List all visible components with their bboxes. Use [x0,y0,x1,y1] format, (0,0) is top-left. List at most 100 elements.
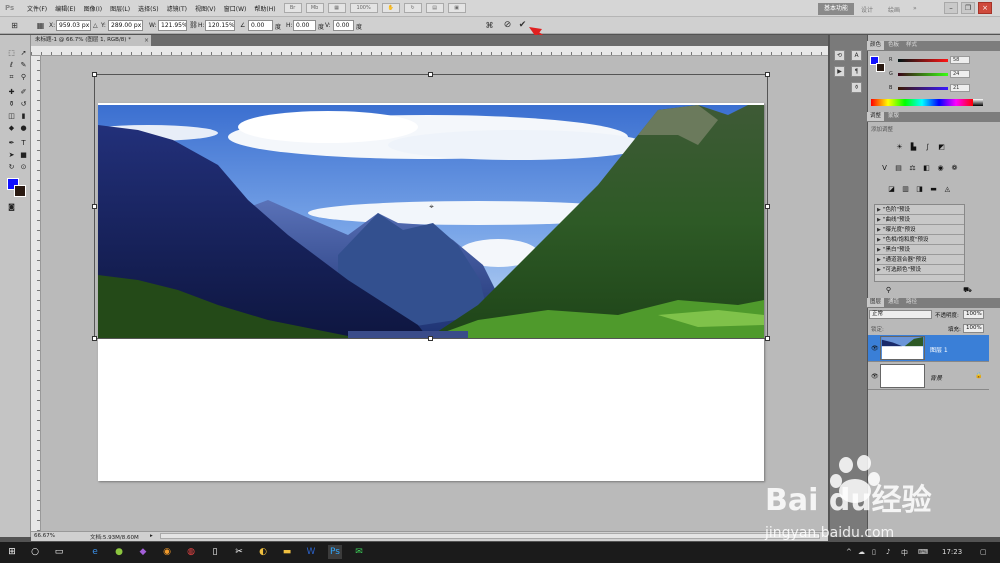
hand-tool-button[interactable]: ✋ [381,3,400,13]
document-tab[interactable]: 未标题-1 @ 66.7% (图层 1, RGB/8) * [31,35,151,46]
posterize-icon[interactable]: ▥ [901,185,910,194]
workspace-design-link[interactable]: 设计 [861,5,873,14]
search-icon[interactable]: ○ [28,545,42,559]
g-slider[interactable] [898,73,948,76]
eraser-tool-icon[interactable]: ◫ [7,112,16,121]
levels-icon[interactable]: ▙ [909,143,918,152]
workspace-painting-link[interactable]: 绘画 [888,5,900,14]
arrange-documents-button[interactable]: ▤ [425,3,444,13]
channel-mixer-icon[interactable]: ❁ [950,164,959,173]
background-visibility-eye-icon[interactable]: 👁 [871,373,879,380]
photoshop-taskbar-icon[interactable]: Ps [328,545,342,559]
path-selection-tool-icon[interactable]: ➤ [7,151,16,160]
adjustments-footer-icon[interactable]: ⚲ [884,286,893,295]
pen-tool-icon[interactable]: ✒ [7,139,16,148]
clone-stamp-tool-icon[interactable]: ⚱ [7,100,16,109]
shape-tool-icon[interactable]: ■ [19,151,28,160]
close-button[interactable]: × [978,2,992,14]
warp-mode-icon[interactable]: ⌘ [484,20,495,31]
y-position-field[interactable]: 289.00 px [108,20,143,31]
preset-curves[interactable]: ▶ "曲线"预设 [875,215,964,225]
status-menu-arrow-icon[interactable]: ▸ [150,533,153,539]
menu-file[interactable]: 文件(F) [27,4,47,13]
x-position-field[interactable]: 959.03 px [56,20,91,31]
media-app-icon[interactable]: ✂ [232,545,246,559]
dodge-tool-icon[interactable]: ● [19,124,28,133]
photo-filter-icon[interactable]: ◉ [936,164,945,173]
width-scale-field[interactable]: 121.95% [158,20,187,31]
move-arrow-tool-icon[interactable]: ➚ [19,49,28,58]
tab-color[interactable]: 颜色 [867,41,885,50]
close-document-icon[interactable]: × [143,37,150,44]
firefox-icon[interactable]: ◉ [160,545,174,559]
transform-handle-bottom-right[interactable] [765,336,770,341]
transform-handle-right[interactable] [765,204,770,209]
wechat-icon[interactable]: ✉ [352,545,366,559]
history-brush-tool-icon[interactable]: ↺ [19,100,28,109]
exposure-icon[interactable]: ◩ [937,143,946,152]
hand-tool-icon[interactable] [7,166,16,175]
layer1-visibility-eye-icon[interactable]: 👁 [871,345,879,352]
tab-swatches[interactable]: 色板 [885,41,902,50]
paragraph-panel-icon[interactable]: ¶ [851,66,862,77]
brush-tool-icon[interactable]: ✐ [19,88,28,97]
color-spectrum-ramp[interactable] [871,99,973,106]
tab-styles[interactable]: 样式 [903,41,920,50]
menu-view[interactable]: 视图(V) [195,4,216,13]
more-workspaces-icon[interactable]: » [913,5,917,12]
tab-paths[interactable]: 路径 [903,298,920,307]
transform-handle-top[interactable] [428,72,433,77]
transform-handle-bottom-left[interactable] [92,336,97,341]
rotate-view-button[interactable]: ↻ [403,3,422,13]
link-icon[interactable]: ⛓ [189,21,198,29]
extras-button[interactable]: ▦ [327,3,346,13]
background-color-swatch[interactable] [14,185,26,197]
quick-mask-icon[interactable]: ◙ [7,203,16,212]
workspace-essentials-button[interactable]: 基本功能 [818,3,854,15]
visual-studio-icon[interactable]: ◆ [136,545,150,559]
spot-healing-tool-icon[interactable]: ✚ [7,88,16,97]
character-panel-icon[interactable]: A [851,50,862,61]
vertical-skew-field[interactable]: 0.00 [333,20,354,31]
actions-panel-icon[interactable]: ▶ [834,66,845,77]
ring-app-icon[interactable]: ◐ [256,545,270,559]
menu-image[interactable]: 图像(I) [84,4,102,13]
preset-black-white[interactable]: ▶ "黑白"预设 [875,245,964,255]
threshold-icon[interactable]: ◨ [915,185,924,194]
b-value-field[interactable]: 21 [950,84,970,92]
file-explorer-icon[interactable]: ▬ [280,545,294,559]
type-tool-icon[interactable]: T [19,139,28,148]
grayscale-ramp[interactable] [973,99,983,106]
tab-layers[interactable]: 图层 [867,298,885,307]
preset-exposure[interactable]: ▶ "曝光度"预设 [875,225,964,235]
gradient-map-icon[interactable]: ▬ [929,185,938,194]
invert-icon[interactable]: ◪ [887,185,896,194]
edge-browser-icon[interactable]: e [88,545,102,559]
gradient-tool-icon[interactable]: ▮ [19,112,28,121]
menu-window[interactable]: 窗口(W) [224,4,247,13]
menu-help[interactable]: 帮助(H) [254,4,275,13]
crop-tool-icon[interactable]: ⌗ [7,73,16,82]
windows-start-icon[interactable]: ⊞ [5,545,19,559]
black-white-icon[interactable]: ◧ [922,164,931,173]
opacity-field[interactable]: 100% [963,310,984,319]
brightness-contrast-icon[interactable]: ☀ [895,143,904,152]
restore-button[interactable]: ❐ [961,2,975,14]
preset-hue-saturation[interactable]: ▶ "色相/饱和度"预设 [875,235,964,245]
minibridge-button[interactable]: Mb [305,3,324,13]
history-panel-icon[interactable]: ⟲ [834,50,845,61]
notification-icon[interactable]: ▢ [980,548,987,556]
minimize-button[interactable]: – [944,2,958,14]
document-app-icon[interactable]: ▯ [208,545,222,559]
horizontal-ruler[interactable] [31,46,828,56]
r-slider[interactable] [898,59,948,62]
transform-handle-bottom[interactable] [428,336,433,341]
lasso-tool-icon[interactable]: ℓ [7,61,16,70]
reference-point-icon[interactable]: ▦ [35,20,46,31]
preset-selective-color[interactable]: ▶ "可选颜色"预设 [875,265,964,275]
zoom-level-dropdown[interactable]: 100% [349,3,378,13]
b-slider[interactable] [898,87,948,90]
r-value-field[interactable]: 58 [950,56,970,64]
task-view-icon[interactable]: ▭ [52,545,66,559]
bridge-button[interactable]: Br [283,3,302,13]
